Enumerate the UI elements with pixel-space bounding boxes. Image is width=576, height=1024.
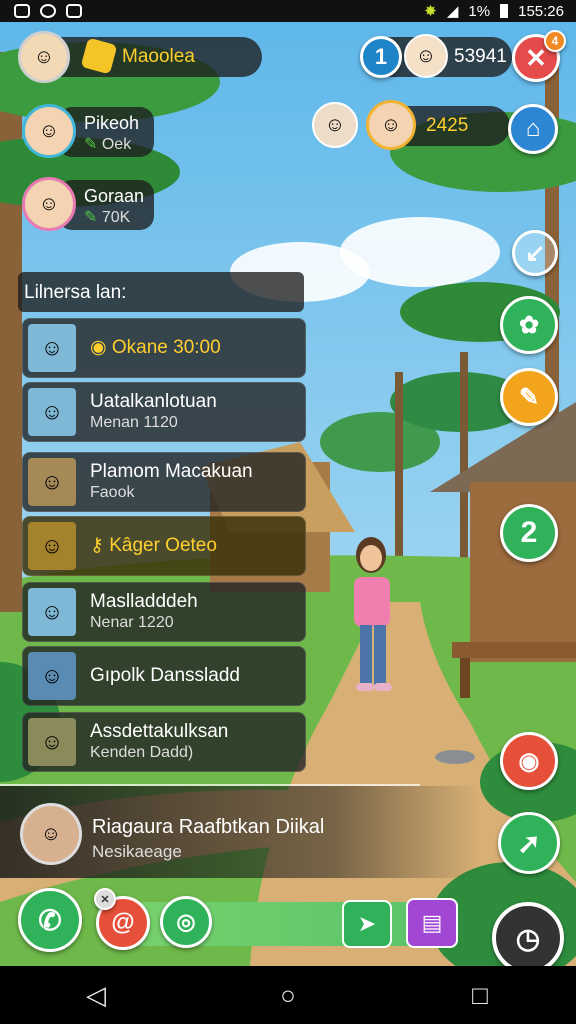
friend-status: ✎ 70K (84, 207, 130, 227)
item-title: Plamom Macakuan (90, 461, 253, 482)
player-name: Maoolea (122, 46, 195, 67)
item-thumbnail: ☺ (28, 522, 76, 570)
friend-avatar[interactable]: ☺ (22, 104, 76, 158)
item-title: ◉ Okane 30:00 (90, 337, 221, 359)
item-subtitle: Kenden Dadd) (90, 744, 194, 761)
player-bar-status: Nesikaeage (92, 842, 182, 861)
list-item[interactable]: ☺ Uatalkanlotuan Menan 1120 (22, 382, 306, 442)
item-thumbnail: ☺ (28, 588, 76, 636)
item-thumbnail: ☺ (28, 652, 76, 700)
list-item[interactable]: ☺ Assdettakulksan Kenden Dadd) (22, 712, 306, 772)
item-thumbnail: ☺ (28, 458, 76, 506)
settings-icon: ✸ (424, 3, 437, 20)
list-header: Lilnersa lan: (18, 272, 304, 312)
compass-button[interactable]: ◷ (492, 902, 564, 974)
companion-avatar[interactable]: ☺ (404, 34, 448, 78)
back-icon[interactable]: ◁ (66, 980, 126, 1011)
friend-status-text: Oek (101, 136, 132, 153)
battery-icon (500, 4, 509, 18)
item-thumbnail: ☺ (28, 718, 76, 766)
player-avatar[interactable]: ☺ (18, 31, 70, 83)
home-icon[interactable]: ○ (258, 980, 318, 1011)
hammer-button[interactable]: ✎ (500, 368, 558, 426)
list-item[interactable]: ☺ Gıpolk Danssladd (22, 646, 306, 706)
badge-number: 2 (520, 516, 538, 549)
clock: 155:26 (518, 2, 564, 20)
item-title: Assdettakulksan (90, 721, 229, 742)
back-arrow-button[interactable]: ↙ (512, 230, 558, 276)
notification-icon (40, 4, 56, 18)
item-thumbnail: ☺ (28, 388, 76, 436)
friend-status-text: 70K (101, 209, 131, 226)
list-item[interactable]: ☺ Maslladddeh Nenar 1220 (22, 582, 306, 642)
item-subtitle: Nenar 1220 (90, 614, 174, 631)
player-bar-name: Riagaura Raafbtkan Diikal (92, 816, 325, 838)
item-title: ⚷ Kâger Oeteo (90, 535, 217, 557)
chat-button[interactable]: ▤ (406, 898, 458, 948)
gem-icon (80, 37, 118, 75)
map-button[interactable]: ✿ (500, 296, 558, 354)
recents-icon[interactable]: □ (450, 980, 510, 1011)
notification-icon (66, 4, 82, 18)
list-item[interactable]: ☺ Plamom Macakuan Faook (22, 452, 306, 512)
npc-avatar[interactable]: ☺ (312, 102, 358, 148)
send-button[interactable]: ➤ (342, 900, 392, 948)
item-title-text: Kâger Oeteo (109, 535, 217, 556)
badge-small: ✕ (94, 888, 116, 910)
player-character[interactable] (348, 537, 398, 707)
item-title: Maslladddeh (90, 591, 198, 612)
clock-icon: ◉ (90, 337, 107, 358)
friend-name: Goraan (84, 186, 145, 206)
player-bar-avatar[interactable]: ☺ (20, 803, 82, 865)
status-bar: ✸ ◢ 1% 155:26 (0, 0, 576, 22)
item-title: Uatalkanlotuan (90, 391, 217, 412)
level-badge[interactable]: 1 (360, 36, 402, 78)
coin-count: 53941 (454, 46, 507, 67)
camera-button[interactable]: ◉ (500, 732, 558, 790)
score-value: 2425 (426, 115, 469, 136)
leaf-icon: ✎ (84, 209, 98, 226)
list-header-title: Lilnersa lan: (24, 282, 127, 303)
level-number: 1 (374, 44, 388, 69)
npc-avatar[interactable]: ☺ (366, 100, 416, 150)
item-subtitle: Faook (90, 484, 135, 501)
battery-level: 1% (468, 2, 491, 20)
close-badge-count: 4 (551, 34, 559, 48)
item-title-text: Okane 30:00 (111, 337, 221, 358)
friend-name: Pikeoh (84, 113, 140, 133)
friend-status: ✎ Oek (84, 134, 131, 154)
home-button[interactable]: ⌂ (508, 104, 558, 154)
list-item[interactable]: ☺ ⚷ Kâger Oeteo (22, 516, 306, 576)
nav-bar: ◁ ○ □ (0, 966, 576, 1024)
list-item[interactable]: ☺ ◉ Okane 30:00 (22, 318, 306, 378)
wave-button[interactable]: ➚ (498, 812, 560, 874)
call-button[interactable]: ✆ (18, 888, 82, 952)
close-badge: 4 (544, 30, 566, 52)
number-badge-button[interactable]: 2 (500, 504, 558, 562)
leaf-icon: ✎ (84, 136, 98, 153)
item-title: Gıpolk Danssladd (90, 665, 240, 686)
friend-avatar[interactable]: ☺ (22, 177, 76, 231)
item-thumbnail: ☺ (28, 324, 76, 372)
item-subtitle: Menan 1120 (90, 414, 178, 431)
location-button[interactable]: ◎ (160, 896, 212, 948)
notification-icon (14, 4, 30, 18)
key-icon: ⚷ (90, 535, 104, 556)
wifi-icon: ◢ (446, 3, 459, 20)
